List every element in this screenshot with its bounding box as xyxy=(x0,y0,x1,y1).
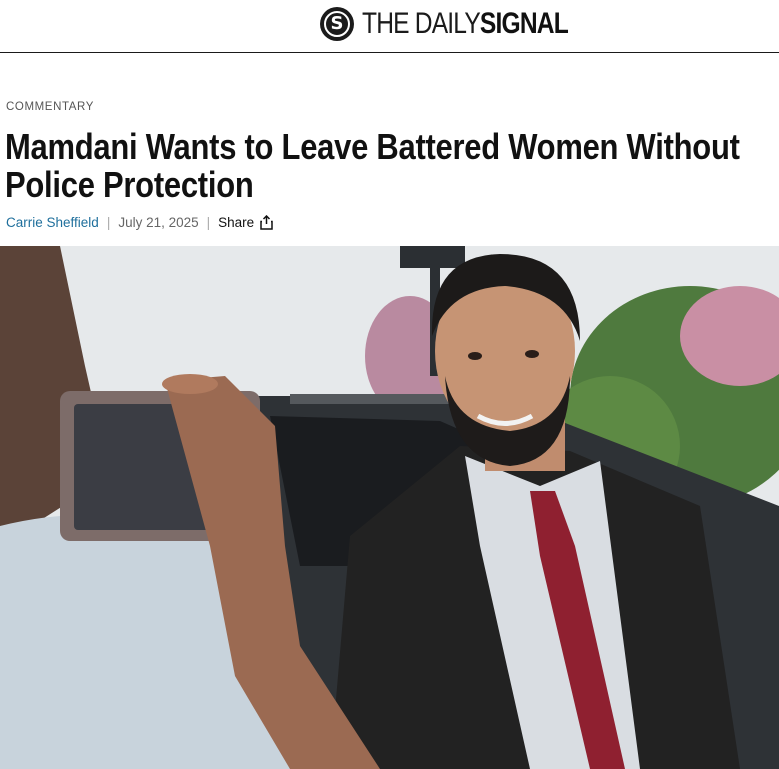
article-category[interactable]: COMMENTARY xyxy=(6,101,94,113)
share-label: Share xyxy=(218,215,255,230)
site-header: S THE DAILY SIGNAL xyxy=(0,0,779,53)
publish-date: July 21, 2025 xyxy=(118,215,199,230)
byline-separator: | xyxy=(106,215,111,230)
author-link[interactable]: Carrie Sheffield xyxy=(6,215,99,230)
hero-photo-illustration xyxy=(0,246,779,769)
logo-text-light: THE DAILY xyxy=(362,7,481,40)
share-icon xyxy=(260,215,273,230)
share-button[interactable]: Share xyxy=(218,215,273,230)
hero-photo xyxy=(0,246,779,769)
article-title: Mamdani Wants to Leave Battered Women Wi… xyxy=(5,126,740,205)
logo-wordmark: THE DAILY SIGNAL xyxy=(362,7,569,40)
byline: Carrie Sheffield | July 21, 2025 | Share xyxy=(6,215,273,230)
daily-signal-logo-icon: S xyxy=(320,7,354,41)
site-logo[interactable]: S THE DAILY SIGNAL xyxy=(320,4,613,44)
byline-separator: | xyxy=(206,215,211,230)
logo-text-bold: SIGNAL xyxy=(479,7,569,40)
